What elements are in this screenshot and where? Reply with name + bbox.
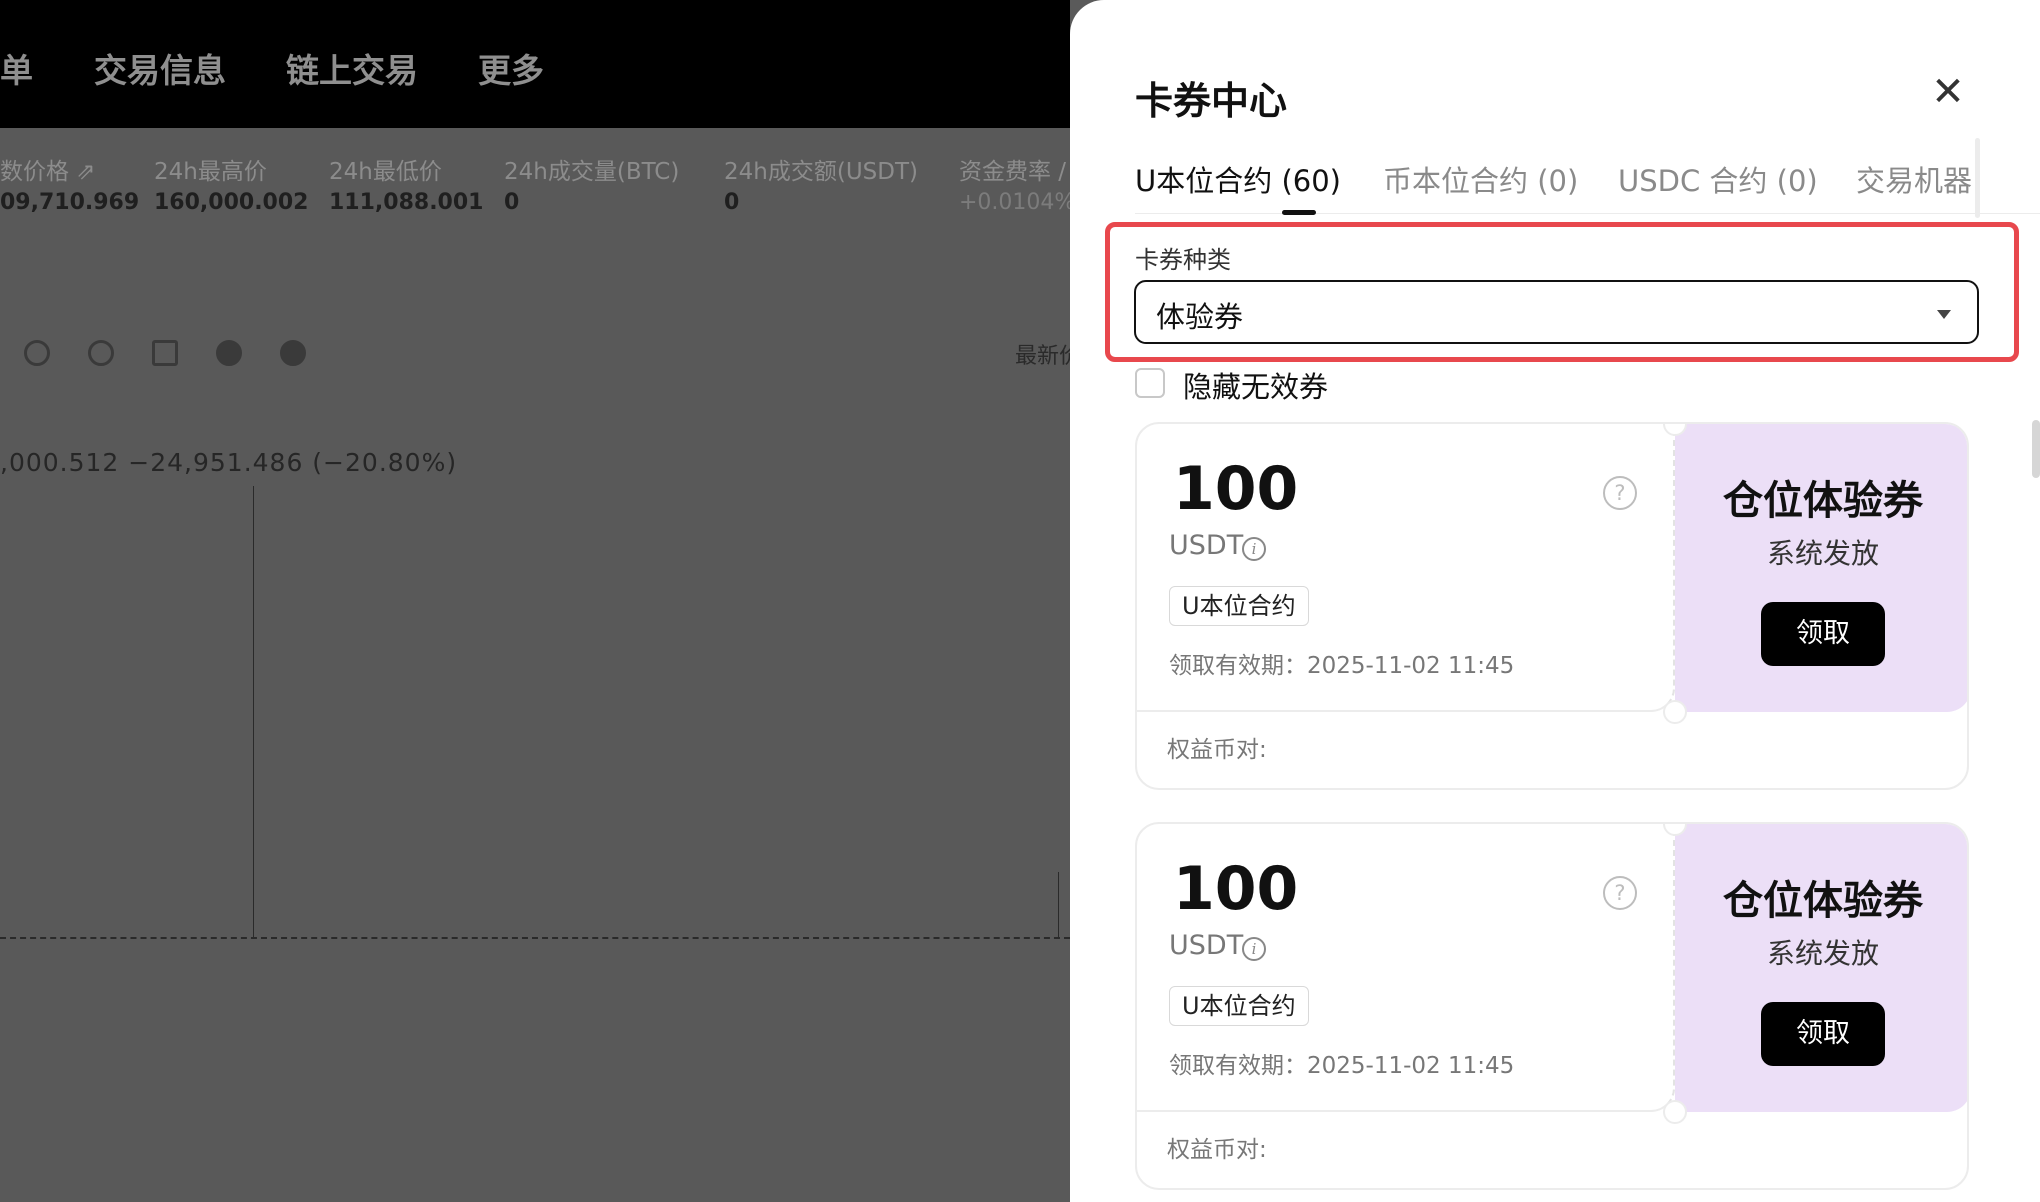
coupon-main: 100 USDT i ? U本位合约 领取有效期：2025-11-02 11:4…	[1137, 424, 1675, 712]
ticket-notch	[1663, 700, 1687, 724]
funding-rate-value: +0.0104%	[959, 190, 1076, 215]
coupon-pairs: 权益币对:	[1167, 1137, 1267, 1163]
chart-bar	[1058, 872, 1059, 938]
tab-trading-bot[interactable]: 交易机器	[1856, 158, 1972, 200]
coupon-type-title: 仓位体验券	[1723, 478, 1923, 524]
coupon-side-panel: 仓位体验券 系统发放 领取	[1675, 424, 1967, 712]
close-icon[interactable]: ✕	[1928, 72, 1968, 112]
hide-invalid-label[interactable]: 隐藏无效券	[1183, 364, 1328, 406]
coupon-type-title: 仓位体验券	[1723, 878, 1923, 924]
stat-value: 09,710.969	[0, 190, 140, 215]
info-icon[interactable]: i	[1242, 937, 1266, 961]
coupon-type-select[interactable]: 体验券	[1134, 280, 1979, 344]
coupon-card: 仓位体验券 系统发放 领取 100 USDT i ? U本位合约 领取有效期：2…	[1135, 822, 1969, 1190]
nav-item-more[interactable]: 更多	[478, 44, 544, 92]
coupon-expiry: 领取有效期：2025-11-02 11:45	[1169, 1053, 1515, 1079]
top-nav: 单 交易信息 链上交易 更多	[0, 0, 1070, 128]
stat-label: 24h最低价	[329, 159, 442, 185]
stat-label: 数价格 ⇗	[0, 159, 96, 185]
nav-item-trade-info[interactable]: 交易信息	[94, 44, 226, 92]
nav-item-onchain[interactable]: 链上交易	[286, 44, 418, 92]
coupon-center-drawer: 卡券中心 ✕ U本位合约 (60) 币本位合约 (0) USDC 合约 (0) …	[1070, 0, 2040, 1202]
coupon-unit: USDT	[1169, 930, 1244, 961]
stat-label: 24h最高价	[154, 159, 267, 185]
stat-value: 0	[504, 190, 520, 215]
chart-crosshair	[253, 486, 254, 938]
stat-label: 资金费率 /	[959, 159, 1067, 185]
coupon-contract-tag: U本位合约	[1169, 586, 1309, 626]
info-icon[interactable]: i	[1242, 537, 1266, 561]
nav-item-orders[interactable]: 单	[0, 44, 33, 92]
stat-value: 160,000.002	[154, 190, 309, 215]
contract-tabs: U本位合约 (60) 币本位合约 (0) USDC 合约 (0) 交易机器	[1135, 158, 2040, 215]
coupon-type-selected-value: 体验券	[1156, 300, 1244, 334]
coupon-amount: 100	[1173, 854, 1299, 924]
coupon-issuer: 系统发放	[1766, 537, 1879, 570]
coupon-issuer: 系统发放	[1766, 937, 1879, 970]
caret-down-icon	[1937, 310, 1951, 319]
hide-invalid-checkbox[interactable]	[1135, 368, 1165, 398]
refresh-icon[interactable]	[88, 340, 114, 366]
coupon-type-label: 卡券种类	[1135, 246, 1231, 274]
claim-button[interactable]: 领取	[1761, 1002, 1885, 1066]
tab-coin-m[interactable]: 币本位合约 (0)	[1383, 158, 1578, 200]
alarm-icon[interactable]	[24, 340, 50, 366]
coupon-main: 100 USDT i ? U本位合约 领取有效期：2025-11-02 11:4…	[1137, 824, 1675, 1112]
drawer-title: 卡券中心	[1135, 79, 1288, 123]
question-icon[interactable]: ?	[1603, 476, 1637, 510]
background-page: 单 交易信息 链上交易 更多 数价格 ⇗ 09,710.969 24h最高价 1…	[0, 0, 1081, 1202]
coupon-card: 仓位体验券 系统发放 领取 100 USDT i ? U本位合约 领取有效期：2…	[1135, 422, 1969, 790]
gear-icon[interactable]	[280, 340, 306, 366]
tab-usdt-m[interactable]: U本位合约 (60)	[1135, 158, 1341, 200]
question-icon[interactable]: ?	[1603, 876, 1637, 910]
stat-value: 111,088.001	[329, 190, 484, 215]
coupon-unit: USDT	[1169, 530, 1244, 561]
coupon-pairs: 权益币对:	[1167, 737, 1267, 763]
stat-label: 24h成交额(USDT)	[724, 159, 918, 185]
tab-usdc[interactable]: USDC 合约 (0)	[1618, 158, 1818, 200]
tabs-scrollbar[interactable]	[1975, 138, 1980, 218]
coupon-side-panel: 仓位体验券 系统发放 领取	[1675, 824, 1967, 1112]
chart-baseline	[0, 937, 1070, 939]
stat-label: 24h成交量(BTC)	[504, 159, 680, 185]
coupon-amount: 100	[1173, 454, 1299, 524]
stat-value: 0	[724, 190, 740, 215]
ticket-notch	[1663, 1100, 1687, 1124]
add-icon[interactable]	[216, 340, 242, 366]
active-tab-indicator	[1282, 210, 1316, 215]
calendar-icon[interactable]	[152, 340, 178, 366]
claim-button[interactable]: 领取	[1761, 602, 1885, 666]
drawer-scrollbar[interactable]	[2032, 420, 2040, 478]
price-change-readout: ,000.512 −24,951.486 (−20.80%)	[0, 448, 458, 477]
coupon-expiry: 领取有效期：2025-11-02 11:45	[1169, 653, 1515, 679]
coupon-contract-tag: U本位合约	[1169, 986, 1309, 1026]
